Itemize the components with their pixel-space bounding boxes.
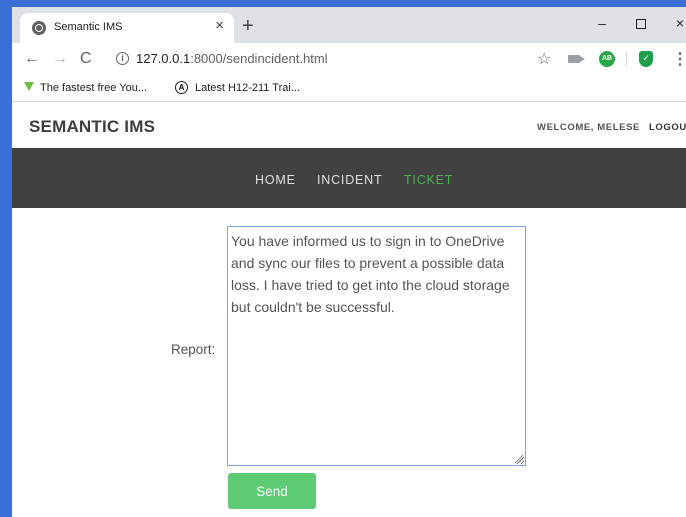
bookmark-item[interactable]: The fastest free You...: [40, 82, 147, 94]
info-icon[interactable]: i: [116, 52, 129, 65]
bookmarks-bar: The fastest free You... A Latest H12-211…: [12, 76, 686, 102]
app-header: SEMANTIC IMS WELCOME, MELESE LOGOU: [12, 103, 686, 148]
report-label: Report:: [171, 342, 216, 357]
main-navbar: HOME INCIDENT TICKET: [12, 148, 686, 208]
toolbar-divider: [626, 52, 627, 66]
nav-incident[interactable]: INCIDENT: [317, 173, 382, 187]
kebab-menu-icon[interactable]: ⋮: [672, 49, 686, 69]
browser-tab[interactable]: Semantic IMS ×: [20, 13, 234, 43]
browser-toolbar: ← → C i 127.0.0.1:8000/sendincident.html…: [12, 43, 686, 76]
nav-ticket[interactable]: TICKET: [404, 173, 453, 187]
url-host: 127.0.0.1: [136, 51, 191, 66]
window-frame-top: [0, 0, 686, 7]
report-text: You have informed us to sign in to OneDr…: [231, 233, 510, 315]
tab-strip: Semantic IMS × + – ×: [12, 7, 686, 43]
minimize-button[interactable]: –: [587, 11, 617, 35]
close-window-button[interactable]: ×: [665, 11, 686, 35]
tab-title: Semantic IMS: [54, 21, 123, 33]
report-textarea[interactable]: You have informed us to sign in to OneDr…: [227, 226, 526, 466]
circle-a-icon: A: [175, 81, 188, 94]
shield-check-icon[interactable]: ✓: [639, 51, 653, 67]
send-button[interactable]: Send: [228, 473, 316, 509]
new-tab-button[interactable]: +: [242, 16, 254, 36]
maximize-icon: [636, 19, 646, 30]
globe-icon: [32, 21, 46, 35]
address-bar[interactable]: 127.0.0.1:8000/sendincident.html: [136, 51, 328, 66]
close-tab-icon[interactable]: ×: [215, 18, 224, 34]
bookmark-star-icon[interactable]: ☆: [537, 49, 551, 69]
welcome-text: WELCOME, MELESE: [537, 122, 640, 133]
logout-link[interactable]: LOGOU: [649, 122, 686, 133]
bookmark-item[interactable]: Latest H12-211 Trai...: [195, 82, 300, 94]
page-content: SEMANTIC IMS WELCOME, MELESE LOGOU HOME …: [12, 103, 686, 517]
nav-home[interactable]: HOME: [255, 173, 296, 187]
url-path: :8000/sendincident.html: [190, 51, 328, 66]
download-arrow-icon: [24, 82, 34, 91]
resize-grip-icon[interactable]: [515, 455, 523, 463]
back-arrow-icon[interactable]: ←: [24, 50, 40, 68]
forward-arrow-icon[interactable]: →: [52, 50, 68, 68]
extension-ab-icon[interactable]: AB: [599, 51, 615, 67]
window-frame-edge: [0, 0, 12, 517]
reload-icon[interactable]: C: [80, 50, 92, 68]
camera-icon[interactable]: [568, 55, 585, 63]
brand-logo[interactable]: SEMANTIC IMS: [29, 117, 155, 137]
maximize-button[interactable]: [626, 11, 656, 35]
